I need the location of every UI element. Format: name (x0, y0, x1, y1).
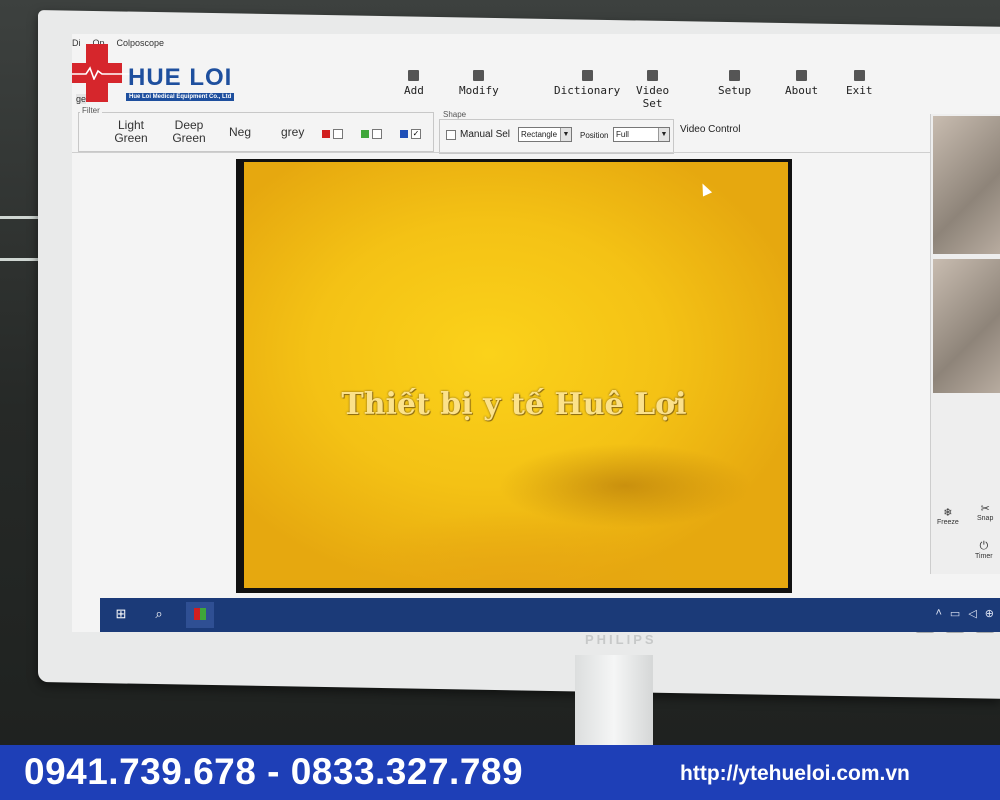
chevron-down-icon: ▼ (560, 128, 571, 141)
snowflake-icon: ❄ (943, 507, 953, 519)
grey-button[interactable]: grey (281, 126, 304, 139)
add-button[interactable]: Add (404, 70, 424, 97)
snapshot-thumbnail[interactable] (933, 116, 1000, 254)
screen: Di Op Colposcope HUE LOI Hue Loi Medical… (72, 34, 1000, 632)
globe-icon[interactable]: ⊕ (985, 607, 994, 620)
about-icon (796, 70, 808, 81)
deep-green-button[interactable]: Deep Green (169, 119, 209, 145)
ecg-icon (72, 66, 132, 80)
dictionary-icon (581, 70, 593, 81)
shape-title: Shape (441, 110, 469, 119)
shape-select[interactable]: Rectangle ▼ (518, 127, 572, 142)
watermark: Thiết bị y tế Huê Lợi (341, 387, 687, 422)
search-icon[interactable]: ⌕ (148, 606, 170, 626)
blue-checkbox[interactable]: ✓ (411, 129, 421, 139)
about-button[interactable]: About (785, 70, 818, 97)
snapshot-thumbnail[interactable] (933, 259, 1000, 393)
filter-title: Filter (80, 106, 102, 115)
logo-side-text: ge (76, 94, 87, 104)
windows-taskbar: ⊞ ⌕ ˄ ▭ ◁ ⊕ (100, 598, 1000, 632)
windows-start-icon[interactable]: ⊞ (110, 606, 132, 626)
logo-text: HUE LOI (128, 64, 233, 91)
contact-banner: 0941.739.678 - 0833.327.789 http://ytehu… (0, 745, 1000, 800)
position-select[interactable]: Full ▼ (613, 127, 670, 142)
right-panel: ❄ Freeze ✂ Snap ⏻ Timer (930, 114, 1000, 574)
freeze-button[interactable]: ❄ Freeze (937, 506, 959, 526)
video-viewport[interactable]: Thiết bị y tế Huê Lợi (236, 159, 792, 593)
position-label: Position (580, 131, 609, 140)
chevron-up-icon[interactable]: ˄ (935, 607, 941, 620)
blue-swatch (400, 130, 408, 138)
exit-button[interactable]: Exit (846, 70, 873, 97)
video-set-icon (647, 70, 659, 81)
gear-icon (729, 70, 741, 81)
app-taskbar-icon[interactable] (186, 602, 214, 628)
video-control-label: Video Control (680, 124, 741, 135)
chevron-down-icon: ▼ (658, 128, 669, 141)
setup-button[interactable]: Setup (718, 70, 751, 97)
monitor-stand (575, 655, 653, 750)
logo-subtitle: Hue Loi Medical Equipment Co., Ltd (126, 93, 235, 101)
scissors-icon: ✂ (980, 503, 990, 515)
red-checkbox[interactable] (333, 129, 343, 139)
red-swatch (322, 130, 330, 138)
power-icon (853, 70, 865, 81)
green-swatch (361, 130, 369, 138)
colposcope-video-frame (244, 162, 788, 588)
manual-sel-label: Manual Sel (460, 129, 511, 140)
neg-button[interactable]: Neg (229, 126, 251, 139)
dictionary-button[interactable]: Dictionary (554, 70, 620, 97)
company-logo: HUE LOI Hue Loi Medical Equipment Co., L… (72, 42, 278, 104)
system-tray: ˄ ▭ ◁ ⊕ (935, 607, 994, 620)
modify-icon (473, 70, 485, 81)
timer-button[interactable]: ⏻ Timer (975, 540, 993, 560)
divider (72, 152, 930, 153)
shape-group: Shape Manual Sel Rectangle ▼ Position Ful… (439, 110, 674, 154)
light-green-button[interactable]: Light Green (111, 119, 151, 145)
filter-group: Filter Light Green Deep Green Neg grey ✓ (78, 106, 434, 152)
timer-icon: ⏻ (979, 540, 989, 552)
green-checkbox[interactable] (372, 129, 382, 139)
add-icon (408, 70, 420, 81)
phone-numbers: 0941.739.678 - 0833.327.789 (24, 751, 524, 792)
website-link[interactable]: http://ytehueloi.com.vn (680, 762, 910, 786)
mouse-cursor-icon (697, 181, 713, 197)
snap-button[interactable]: ✂ Snap (977, 502, 993, 522)
volume-icon[interactable]: ◁ (968, 607, 976, 620)
monitor-brand: PHILIPS (585, 632, 657, 647)
modify-button[interactable]: Modify (459, 70, 499, 97)
video-set-button[interactable]: Video Set (636, 70, 669, 110)
network-icon[interactable]: ▭ (950, 607, 960, 620)
manual-sel-checkbox[interactable] (446, 130, 456, 140)
